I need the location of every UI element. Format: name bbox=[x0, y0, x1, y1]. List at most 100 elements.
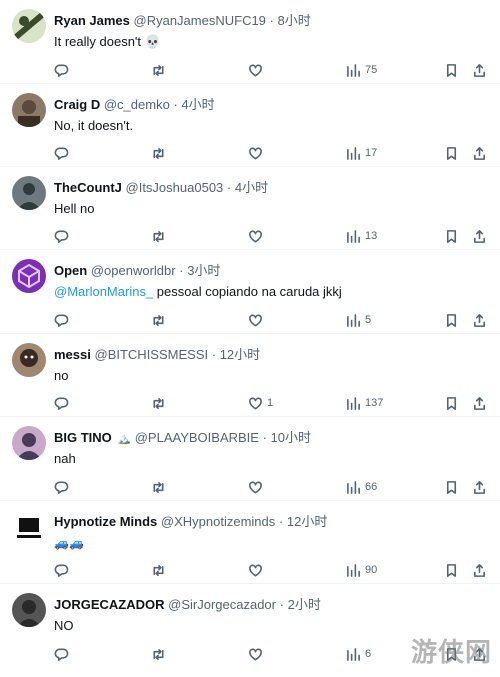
bookmark-button[interactable] bbox=[444, 311, 459, 329]
avatar[interactable] bbox=[12, 426, 46, 460]
bookmark-button[interactable] bbox=[444, 144, 459, 162]
user-handle[interactable]: @SirJorgecazador bbox=[168, 597, 276, 612]
like-button[interactable]: 1 bbox=[248, 394, 273, 412]
like-button[interactable] bbox=[248, 561, 267, 579]
retweet-button[interactable] bbox=[151, 478, 166, 496]
timestamp[interactable]: 12小时 bbox=[220, 347, 260, 362]
reply-tweet[interactable]: Craig D @c_demko · 4小时 No, it doesn't. 1… bbox=[0, 84, 500, 167]
reply-button[interactable] bbox=[54, 645, 69, 663]
like-button[interactable] bbox=[248, 645, 267, 663]
retweet-button[interactable] bbox=[151, 561, 166, 579]
avatar[interactable] bbox=[12, 9, 46, 43]
bookmark-icon bbox=[446, 63, 457, 77]
avatar[interactable] bbox=[12, 259, 46, 293]
mention-link[interactable]: @MarlonMarins_ bbox=[54, 284, 153, 299]
timestamp[interactable]: 10小时 bbox=[271, 430, 311, 445]
user-handle[interactable]: @PLAAYBOIBARBIE bbox=[135, 430, 259, 445]
views-button[interactable]: 13 bbox=[346, 227, 377, 245]
view-count: 5 bbox=[365, 314, 372, 326]
reply-button[interactable] bbox=[54, 144, 69, 162]
avatar-image bbox=[12, 176, 46, 210]
timestamp[interactable]: 2小时 bbox=[288, 597, 321, 612]
tweet-text: NO bbox=[54, 618, 74, 633]
views-button[interactable]: 137 bbox=[346, 394, 383, 412]
reply-icon bbox=[54, 314, 69, 327]
display-name[interactable]: Open bbox=[54, 263, 87, 278]
reply-tweet[interactable]: TheCountJ @ItsJoshua0503 · 4小时 Hell no 1… bbox=[0, 167, 500, 250]
views-button[interactable]: 90 bbox=[346, 561, 377, 579]
user-handle[interactable]: @c_demko bbox=[104, 97, 170, 112]
like-button[interactable] bbox=[248, 311, 267, 329]
user-handle[interactable]: @ItsJoshua0503 bbox=[126, 180, 224, 195]
avatar[interactable] bbox=[12, 510, 46, 544]
user-handle[interactable]: @openworldbr bbox=[91, 263, 176, 278]
reply-tweet[interactable]: Hypnotize Minds @XHypnotizeminds · 12小时 … bbox=[0, 501, 500, 584]
bookmark-button[interactable] bbox=[444, 478, 459, 496]
retweet-button[interactable] bbox=[151, 227, 166, 245]
like-button[interactable] bbox=[248, 61, 267, 79]
reply-tweet[interactable]: BIG TINO 🏔️ @PLAAYBOIBARBIE · 10小时 nah 6… bbox=[0, 417, 500, 501]
share-button[interactable] bbox=[472, 311, 487, 329]
reply-button[interactable] bbox=[54, 61, 69, 79]
view-count: 75 bbox=[365, 64, 378, 76]
retweet-button[interactable] bbox=[151, 311, 166, 329]
reply-tweet[interactable]: Ryan James @RyanJamesNUFC19 · 8小时 It rea… bbox=[0, 0, 500, 84]
user-handle[interactable]: @XHypnotizeminds bbox=[161, 514, 275, 529]
like-button[interactable] bbox=[248, 478, 267, 496]
reply-button[interactable] bbox=[54, 394, 69, 412]
share-icon bbox=[474, 480, 485, 494]
like-button[interactable] bbox=[248, 144, 267, 162]
avatar[interactable] bbox=[12, 343, 46, 377]
display-name[interactable]: BIG TINO bbox=[54, 430, 112, 445]
retweet-button[interactable] bbox=[151, 394, 166, 412]
user-handle[interactable]: @BITCHISSMESSI bbox=[95, 347, 209, 362]
reply-icon bbox=[54, 564, 69, 577]
views-button[interactable]: 5 bbox=[346, 311, 371, 329]
share-icon bbox=[474, 63, 485, 77]
avatar[interactable] bbox=[12, 93, 46, 127]
views-button[interactable]: 6 bbox=[346, 645, 371, 663]
retweet-icon bbox=[153, 397, 164, 409]
share-button[interactable] bbox=[472, 144, 487, 162]
like-button[interactable] bbox=[248, 227, 267, 245]
bookmark-icon bbox=[446, 229, 457, 243]
reply-tweet[interactable]: Open @openworldbr · 3小时 @MarlonMarins_ p… bbox=[0, 250, 500, 334]
display-name[interactable]: Craig D bbox=[54, 97, 100, 112]
timestamp[interactable]: 3小时 bbox=[187, 263, 220, 278]
timestamp[interactable]: 8小时 bbox=[278, 13, 311, 28]
bookmark-button[interactable] bbox=[444, 61, 459, 79]
share-button[interactable] bbox=[472, 227, 487, 245]
timestamp[interactable]: 4小时 bbox=[181, 97, 214, 112]
avatar[interactable] bbox=[12, 176, 46, 210]
share-button[interactable] bbox=[472, 478, 487, 496]
display-name[interactable]: Ryan James bbox=[54, 13, 130, 28]
bookmark-button[interactable] bbox=[444, 561, 459, 579]
avatar[interactable] bbox=[12, 593, 46, 627]
retweet-icon bbox=[153, 230, 164, 242]
reply-button[interactable] bbox=[54, 311, 69, 329]
timestamp[interactable]: 4小时 bbox=[235, 180, 268, 195]
display-name[interactable]: messi bbox=[54, 347, 91, 362]
share-button[interactable] bbox=[472, 561, 487, 579]
share-button[interactable] bbox=[472, 394, 487, 412]
reply-button[interactable] bbox=[54, 478, 69, 496]
bookmark-button[interactable] bbox=[444, 394, 459, 412]
retweet-button[interactable] bbox=[151, 645, 166, 663]
share-button[interactable] bbox=[472, 61, 487, 79]
display-name[interactable]: Hypnotize Minds bbox=[54, 514, 157, 529]
retweet-button[interactable] bbox=[151, 144, 166, 162]
views-button[interactable]: 75 bbox=[346, 61, 377, 79]
display-name[interactable]: JORGECAZADOR bbox=[54, 597, 165, 612]
reply-button[interactable] bbox=[54, 561, 69, 579]
reply-tweet[interactable]: messi @BITCHISSMESSI · 12小时 no 1 137 bbox=[0, 334, 500, 417]
site-watermark: 游侠网 bbox=[410, 638, 492, 668]
views-button[interactable]: 17 bbox=[346, 144, 377, 162]
tweet-header: JORGECAZADOR @SirJorgecazador · 2小时 bbox=[54, 597, 321, 613]
display-name[interactable]: TheCountJ bbox=[54, 180, 122, 195]
bookmark-button[interactable] bbox=[444, 227, 459, 245]
retweet-button[interactable] bbox=[151, 61, 166, 79]
timestamp[interactable]: 12小时 bbox=[287, 514, 327, 529]
user-handle[interactable]: @RyanJamesNUFC19 bbox=[134, 13, 266, 28]
views-button[interactable]: 66 bbox=[346, 478, 377, 496]
reply-button[interactable] bbox=[54, 227, 69, 245]
